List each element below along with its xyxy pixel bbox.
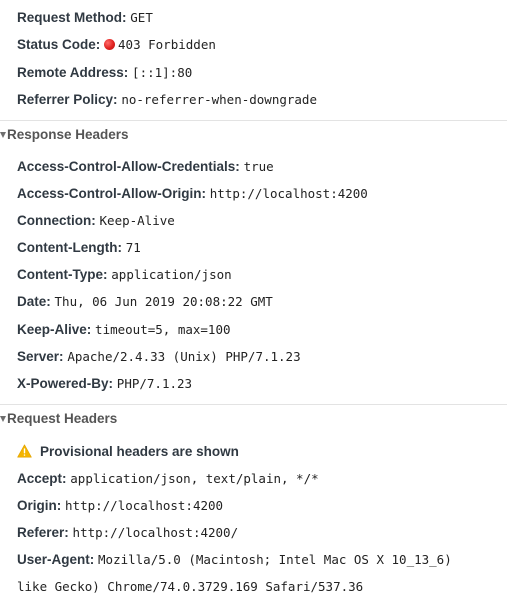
user-agent-continuation: like Gecko) Chrome/74.0.3729.169 Safari/…	[17, 578, 363, 596]
remote-address-row: Remote Address: [::1]:80	[17, 64, 192, 82]
header-value: Keep-Alive	[99, 213, 175, 228]
status-code-row: Status Code: 403 Forbidden	[17, 36, 216, 54]
disclosure-triangle-icon	[0, 416, 6, 422]
response-header-row: X-Powered-By: PHP/7.1.23	[17, 375, 192, 393]
header-key: Content-Length:	[17, 240, 122, 255]
request-method-row: Request Method: GET	[17, 9, 153, 27]
response-header-row: Content-Length: 71	[17, 239, 141, 257]
response-header-row: Access-Control-Allow-Origin: http://loca…	[17, 185, 368, 203]
status-error-dot-icon	[104, 39, 116, 50]
header-value: http://localhost:4200	[209, 186, 368, 201]
header-value: application/json, text/plain, */*	[70, 471, 319, 486]
remote-address-key: Remote Address:	[17, 65, 129, 80]
response-headers-section-header[interactable]: Response Headers	[0, 120, 507, 149]
header-key: Access-Control-Allow-Origin:	[17, 186, 207, 201]
response-header-row: Access-Control-Allow-Credentials: true	[17, 158, 274, 176]
request-header-row: Referer: http://localhost:4200/	[17, 524, 238, 542]
request-header-row: Origin: http://localhost:4200	[17, 497, 223, 515]
header-value: true	[243, 159, 274, 174]
disclosure-triangle-icon	[0, 132, 6, 138]
response-header-row: Content-Type: application/json	[17, 266, 232, 284]
response-header-row: Keep-Alive: timeout=5, max=100	[17, 321, 231, 339]
request-header-row: User-Agent: Mozilla/5.0 (Macintosh; Inte…	[17, 551, 452, 569]
header-key: Content-Type:	[17, 267, 108, 282]
header-value: http://localhost:4200/	[72, 525, 239, 540]
response-header-row: Connection: Keep-Alive	[17, 212, 175, 230]
request-header-row: Accept: application/json, text/plain, */…	[17, 470, 319, 488]
status-code-key: Status Code:	[17, 37, 101, 52]
header-value: application/json	[111, 267, 232, 282]
header-key: Access-Control-Allow-Credentials:	[17, 159, 240, 174]
header-key: Date:	[17, 294, 51, 309]
response-headers-title: Response Headers	[7, 127, 129, 142]
request-method-key: Request Method:	[17, 10, 127, 25]
header-key: Keep-Alive:	[17, 322, 92, 337]
header-value: Mozilla/5.0 (Macintosh; Intel Mac OS X 1…	[98, 552, 452, 567]
header-key: Origin:	[17, 498, 62, 513]
header-value: PHP/7.1.23	[116, 376, 193, 391]
header-key: User-Agent:	[17, 552, 95, 567]
header-value: 71	[125, 240, 141, 255]
header-key: X-Powered-By:	[17, 376, 114, 391]
header-value: timeout=5, max=100	[95, 322, 231, 337]
remote-address-value: [::1]:80	[132, 65, 193, 80]
referrer-policy-row: Referrer Policy: no-referrer-when-downgr…	[17, 91, 317, 109]
referrer-policy-key: Referrer Policy:	[17, 92, 118, 107]
header-key: Accept:	[17, 471, 67, 486]
header-value: http://localhost:4200	[65, 498, 224, 513]
provisional-headers-text: Provisional headers are shown	[40, 444, 239, 459]
header-key: Referer:	[17, 525, 69, 540]
request-method-value: GET	[130, 10, 153, 25]
referrer-policy-value: no-referrer-when-downgrade	[121, 92, 317, 107]
request-headers-title: Request Headers	[7, 411, 118, 426]
request-headers-section-header[interactable]: Request Headers	[0, 404, 507, 433]
response-header-row: Date: Thu, 06 Jun 2019 20:08:22 GMT	[17, 293, 273, 311]
header-key: Connection:	[17, 213, 96, 228]
header-value: Apache/2.4.33 (Unix) PHP/7.1.23	[67, 349, 301, 364]
response-header-row: Server: Apache/2.4.33 (Unix) PHP/7.1.23	[17, 348, 301, 366]
warning-triangle-icon	[17, 444, 32, 458]
header-key: Server:	[17, 349, 64, 364]
status-code-value: 403 Forbidden	[118, 37, 216, 52]
header-value-continuation: like Gecko) Chrome/74.0.3729.169 Safari/…	[17, 579, 364, 594]
header-value: Thu, 06 Jun 2019 20:08:22 GMT	[54, 294, 273, 309]
